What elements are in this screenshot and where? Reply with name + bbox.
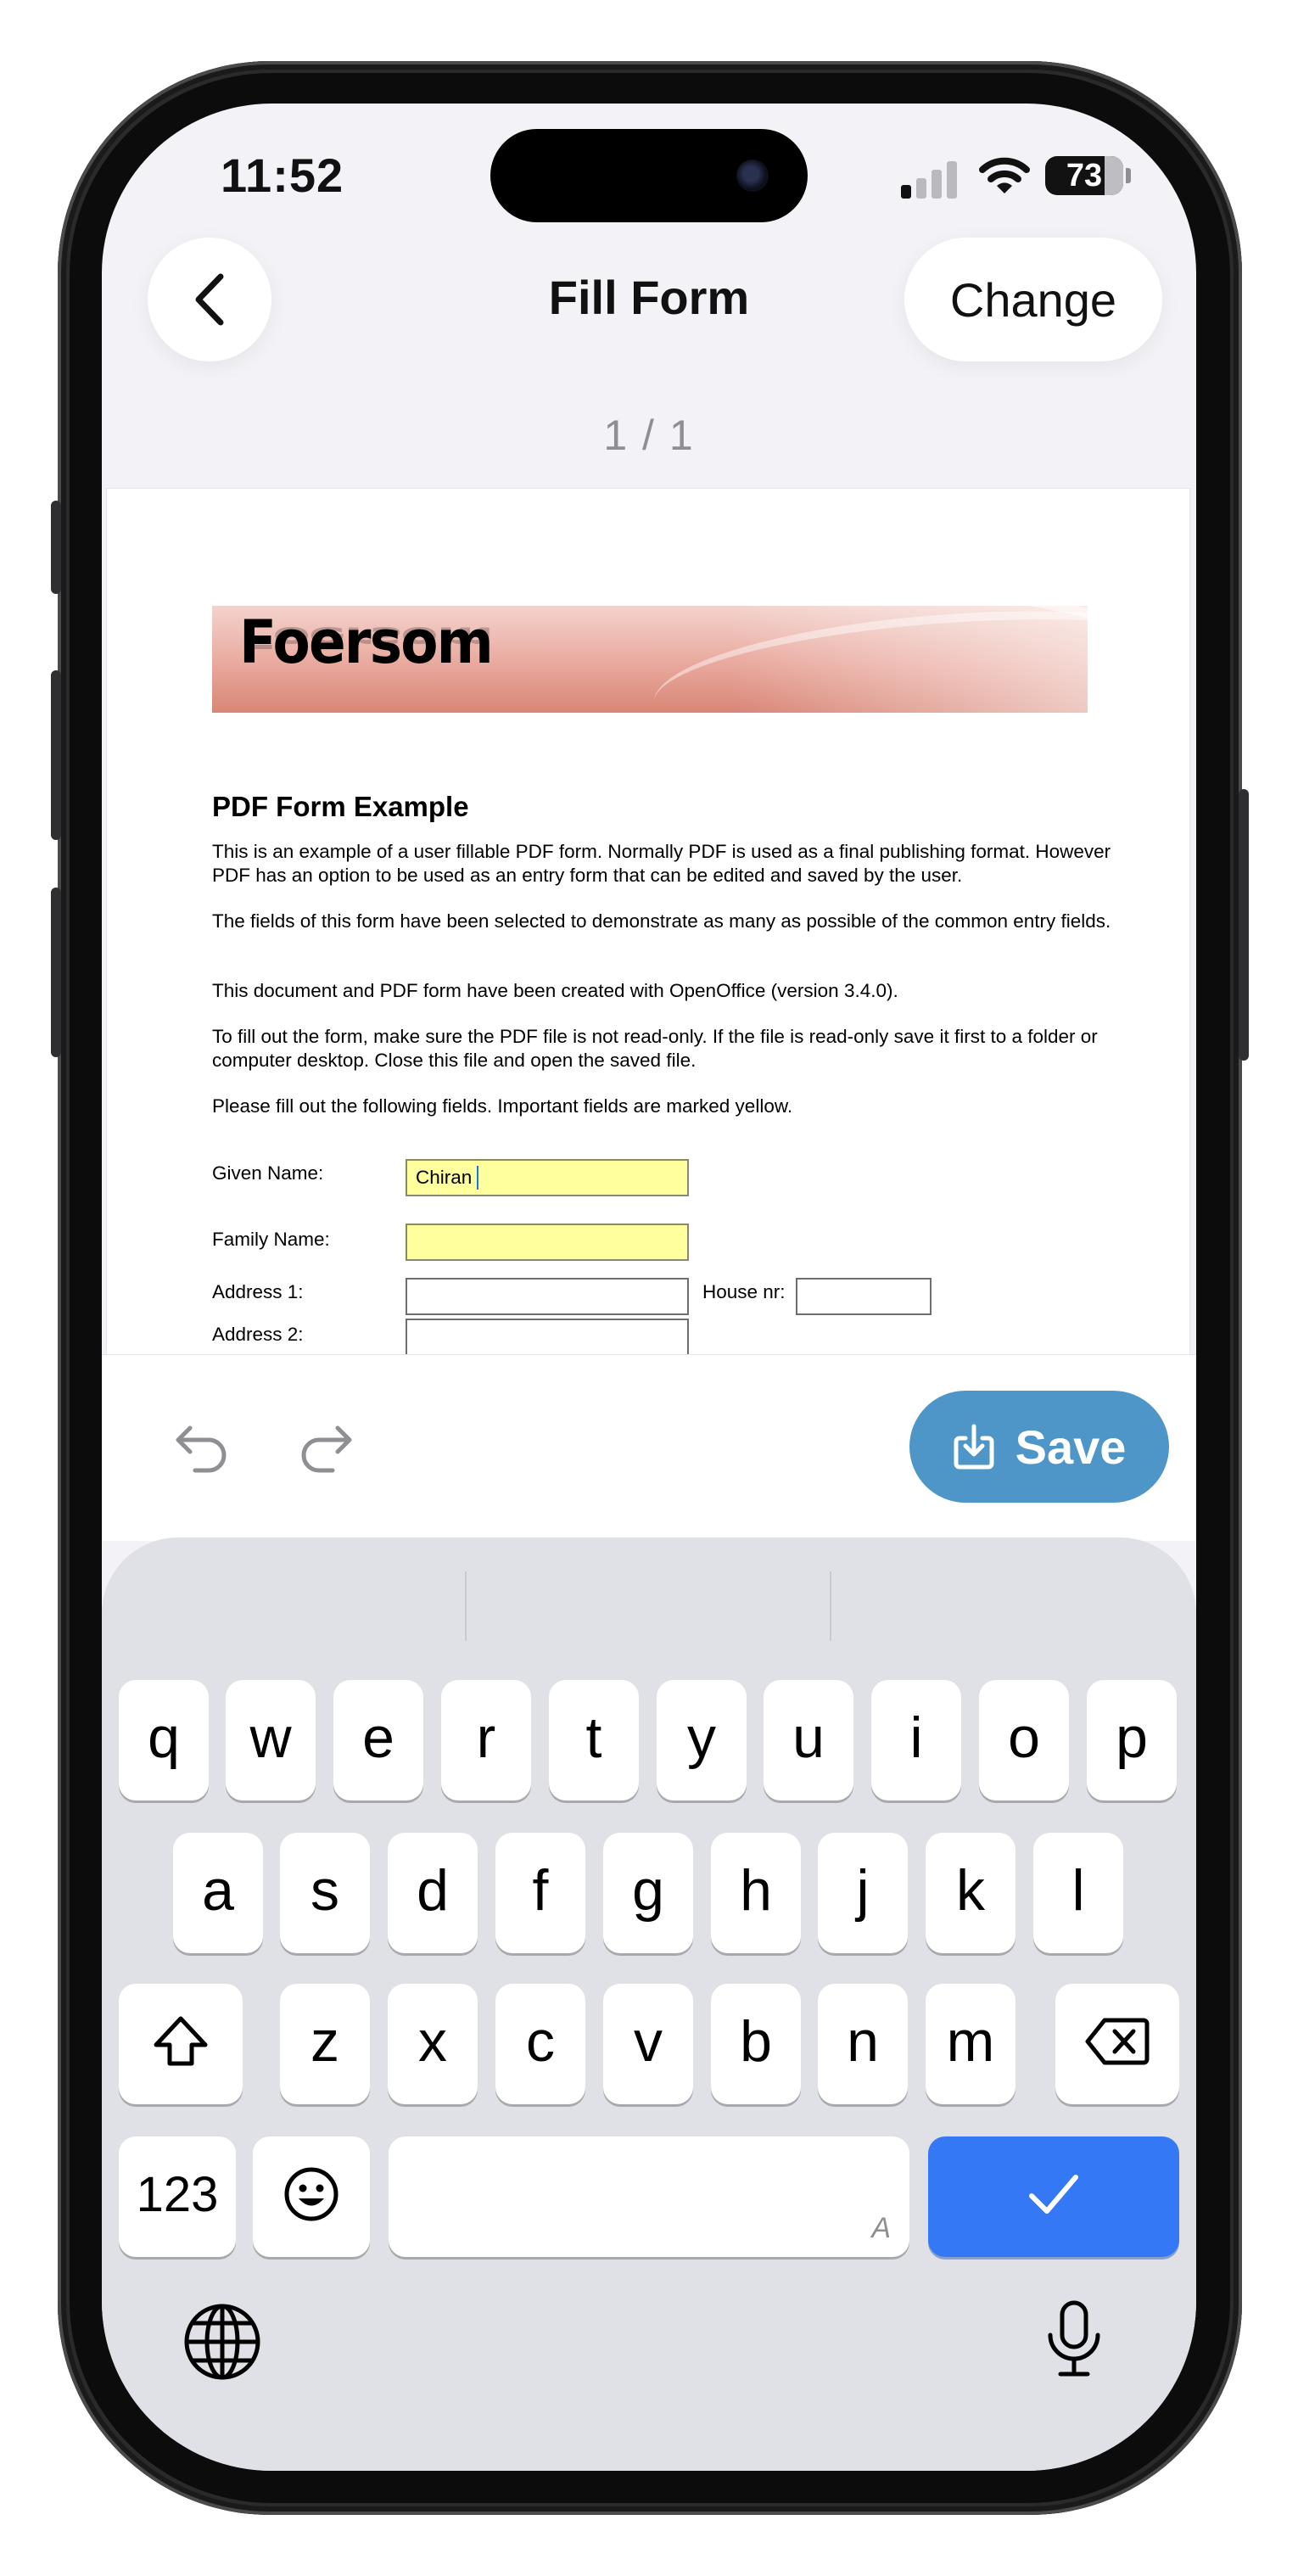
suggestion-divider xyxy=(465,1571,467,1641)
front-camera-icon xyxy=(736,160,769,192)
pdf-heading: PDF Form Example xyxy=(212,791,469,822)
key-q[interactable]: q xyxy=(119,1680,209,1800)
key-x[interactable]: x xyxy=(388,1984,478,2104)
pdf-paragraph: The fields of this form have been select… xyxy=(212,910,1111,932)
key-p[interactable]: p xyxy=(1087,1680,1177,1800)
key-b[interactable]: b xyxy=(711,1984,801,2104)
space-key[interactable]: A xyxy=(389,2136,909,2257)
logo: Foersom xyxy=(239,608,494,677)
emoji-key[interactable] xyxy=(253,2136,370,2257)
save-button[interactable]: Save xyxy=(909,1391,1169,1503)
key-a[interactable]: a xyxy=(173,1833,263,1953)
given-name-value: Chiran xyxy=(416,1167,473,1188)
key-e[interactable]: e xyxy=(333,1680,423,1800)
address-1-field[interactable] xyxy=(406,1278,689,1315)
key-n[interactable]: n xyxy=(818,1984,908,2104)
key-r[interactable]: r xyxy=(441,1680,531,1800)
family-name-field[interactable] xyxy=(406,1224,689,1261)
phone-screen: 11:52 73 Fill Form Change 1 / 1 Foersom … xyxy=(102,104,1196,2471)
family-name-label: Family Name: xyxy=(212,1229,330,1250)
key-c[interactable]: c xyxy=(495,1984,585,2104)
key-j[interactable]: j xyxy=(818,1833,908,1953)
shift-icon xyxy=(154,2016,208,2066)
volume-down-button xyxy=(51,888,61,1057)
pdf-paragraph: This document and PDF form have been cre… xyxy=(212,980,898,1001)
action-button xyxy=(51,501,61,594)
pdf-page[interactable]: Foersom Foersom PDF Form Example This is… xyxy=(107,489,1189,1354)
globe-icon[interactable] xyxy=(182,2301,263,2383)
battery-empty-portion xyxy=(1105,156,1123,195)
house-nr-field[interactable] xyxy=(796,1278,932,1315)
pdf-paragraph: Please fill out the following fields. Im… xyxy=(212,1095,793,1117)
battery-level: 73 xyxy=(1066,158,1103,193)
key-g[interactable]: g xyxy=(603,1833,693,1953)
confirm-key[interactable] xyxy=(928,2136,1179,2257)
keyboard: q w e r t y u i o p a s d f g h j k l z … xyxy=(102,1537,1196,2471)
address-1-label: Address 1: xyxy=(212,1281,304,1302)
suggestion-divider xyxy=(830,1571,831,1641)
change-button[interactable]: Change xyxy=(904,238,1162,361)
key-l[interactable]: l xyxy=(1033,1833,1123,1953)
save-label: Save xyxy=(1015,1420,1127,1474)
microphone-icon[interactable] xyxy=(1033,2298,1115,2379)
page-indicator: 1 / 1 xyxy=(603,412,695,459)
key-d[interactable]: d xyxy=(388,1833,478,1953)
edit-toolbar: Save xyxy=(102,1354,1196,1541)
wifi-icon xyxy=(979,157,1030,193)
emoji-icon xyxy=(284,2167,338,2221)
volume-up-button xyxy=(51,670,61,840)
text-cursor xyxy=(477,1166,478,1190)
key-h[interactable]: h xyxy=(711,1833,801,1953)
key-m[interactable]: m xyxy=(926,1984,1015,2104)
key-u[interactable]: u xyxy=(764,1680,853,1800)
key-k[interactable]: k xyxy=(926,1833,1015,1953)
given-name-field[interactable]: Chiran xyxy=(406,1159,689,1196)
undo-icon[interactable] xyxy=(170,1414,234,1479)
key-v[interactable]: v xyxy=(603,1984,693,2104)
house-nr-label: House nr: xyxy=(702,1281,786,1302)
address-2-label: Address 2: xyxy=(212,1324,304,1345)
checkmark-icon xyxy=(1029,2175,1078,2214)
redo-icon[interactable] xyxy=(294,1414,358,1479)
key-t[interactable]: t xyxy=(549,1680,639,1800)
key-o[interactable]: o xyxy=(979,1680,1069,1800)
numbers-key[interactable]: 123 xyxy=(119,2136,236,2257)
key-z[interactable]: z xyxy=(280,1984,370,2104)
delete-key[interactable] xyxy=(1055,1984,1179,2104)
delete-icon xyxy=(1085,2018,1150,2065)
banner-highlight xyxy=(731,606,1088,713)
shift-key[interactable] xyxy=(119,1984,243,2104)
key-w[interactable]: w xyxy=(226,1680,316,1800)
key-s[interactable]: s xyxy=(280,1833,370,1953)
key-y[interactable]: y xyxy=(657,1680,747,1800)
download-icon xyxy=(954,1424,994,1470)
address-2-field[interactable] xyxy=(406,1319,689,1354)
cellular-signal-icon xyxy=(901,160,957,199)
pdf-paragraph: This is an example of a user fillable PD… xyxy=(212,841,1111,886)
key-i[interactable]: i xyxy=(871,1680,961,1800)
given-name-label: Given Name: xyxy=(212,1162,324,1184)
power-button xyxy=(1239,789,1249,1061)
key-f[interactable]: f xyxy=(495,1833,585,1953)
status-time: 11:52 xyxy=(221,148,344,202)
space-hint: A xyxy=(871,2212,891,2244)
dynamic-island xyxy=(490,129,808,222)
battery-icon: 73 xyxy=(1045,156,1131,195)
pdf-paragraph: To fill out the form, make sure the PDF … xyxy=(212,1026,1098,1071)
